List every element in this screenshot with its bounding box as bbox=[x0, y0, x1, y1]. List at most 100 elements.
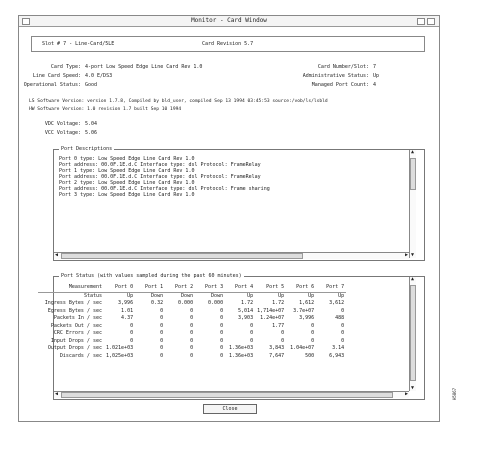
table-cell: 0.000 bbox=[208, 300, 224, 306]
maximize-icon[interactable] bbox=[427, 18, 435, 25]
row-label: Output Drops / sec bbox=[47, 345, 102, 351]
card-window: Monitor - Card Window Slot # 7 - Line-Ca… bbox=[18, 15, 440, 422]
table-cell: Up bbox=[308, 292, 315, 299]
status-horizontal-scrollbar[interactable]: ◀ ▶ bbox=[54, 391, 409, 398]
line-card-speed-label: Line Card Speed: bbox=[32, 73, 81, 79]
table-cell: 1.36e+03 bbox=[229, 345, 254, 351]
table-cell: Down bbox=[151, 292, 164, 299]
table-cell: 1.36e+03 bbox=[229, 352, 254, 359]
scroll-thumb[interactable] bbox=[61, 253, 303, 259]
table-cell: 0 bbox=[160, 345, 164, 351]
card-number-value: 7 bbox=[373, 64, 377, 70]
table-cell: 0 bbox=[220, 330, 224, 336]
card-type-value: 4-port Low Speed Edge Line Card Rev 1.0 bbox=[85, 64, 203, 70]
table-cell: 0 bbox=[341, 322, 345, 329]
table-cell: 3,843 bbox=[269, 345, 285, 351]
window-menu-icon[interactable] bbox=[22, 18, 30, 25]
table-cell: 1.72 bbox=[272, 300, 285, 306]
table-cell: 1.77 bbox=[272, 322, 285, 329]
table-cell: 0 bbox=[190, 352, 194, 359]
row-label: Packets In / sec bbox=[53, 315, 102, 321]
table-cell: 0 bbox=[311, 322, 315, 329]
table-cell: Down bbox=[211, 292, 224, 299]
table-row: Output Drops / sec 1.021e+03 0 0 0 1.36e+03 3,… bbox=[38, 345, 346, 353]
card-revision-label: Card Revision 5.7 bbox=[202, 41, 254, 47]
software-version: LS Software Version: version 1.7.8, Comp… bbox=[29, 99, 328, 104]
table-cell: 4.37 bbox=[121, 315, 134, 321]
table-cell: 0 bbox=[250, 322, 254, 329]
table-cell: 0 bbox=[311, 330, 315, 336]
table-cell: 500 bbox=[305, 352, 315, 359]
close-button[interactable]: Close bbox=[203, 404, 257, 414]
row-label: Egress Bytes / sec bbox=[47, 307, 102, 314]
table-cell: 1,612 bbox=[299, 300, 315, 306]
table-cell: 0 bbox=[281, 330, 285, 336]
managed-port-count-label: Managed Port Count: bbox=[311, 82, 369, 88]
table-cell: 7,647 bbox=[269, 352, 285, 359]
table-cell: Down bbox=[181, 292, 194, 299]
table-cell: 0 bbox=[250, 337, 254, 344]
card-number-label: Card Number/Slot: bbox=[317, 64, 369, 70]
table-cell: 1,025e+03 bbox=[106, 352, 134, 359]
row-label: Input Drops / sec bbox=[50, 337, 102, 344]
scroll-right-icon[interactable]: ▶ bbox=[404, 392, 409, 397]
vdc-voltage-value: 5.04 bbox=[85, 121, 98, 127]
status-vertical-scrollbar[interactable]: ▲ ▼ bbox=[409, 277, 416, 391]
table-cell: 3.14 bbox=[332, 345, 345, 351]
table-cell: 0 bbox=[341, 330, 345, 336]
table-cell: 3,903 bbox=[238, 315, 254, 321]
table-cell: 488 bbox=[335, 315, 345, 321]
row-label: Discards / sec bbox=[59, 352, 102, 359]
operational-status-label: Operational Status: bbox=[23, 82, 81, 88]
table-cell: 0 bbox=[160, 352, 164, 359]
scroll-down-icon[interactable]: ▼ bbox=[410, 386, 415, 391]
scroll-left-icon[interactable]: ◀ bbox=[54, 392, 59, 397]
table-cell: 0 bbox=[190, 315, 194, 321]
table-cell: 0 bbox=[311, 337, 315, 344]
managed-port-count-value: 4 bbox=[373, 82, 377, 88]
table-cell: 3,612 bbox=[329, 300, 345, 306]
table-cell: Up bbox=[278, 292, 285, 299]
table-cell: Up bbox=[247, 292, 254, 299]
column-header-port: Port 1 bbox=[135, 284, 166, 293]
table-cell: 0 bbox=[341, 337, 345, 344]
table-cell: 0 bbox=[190, 345, 194, 351]
desc-line: Port 3 type: Low Speed Edge Line Card Re… bbox=[59, 192, 195, 198]
row-label: Packets Out / sec bbox=[50, 322, 102, 329]
table-cell: 1,714e+07 bbox=[257, 307, 285, 314]
descriptions-horizontal-scrollbar[interactable]: ◀ ▶ bbox=[54, 252, 409, 259]
descriptions-vertical-scrollbar[interactable]: ▲ ▼ bbox=[409, 150, 416, 258]
table-cell: 1.01 bbox=[121, 307, 134, 314]
table-cell: 0.000 bbox=[178, 300, 194, 306]
scroll-thumb[interactable] bbox=[410, 285, 416, 381]
table-cell: Up bbox=[127, 292, 134, 299]
scroll-thumb[interactable] bbox=[410, 158, 416, 190]
scroll-thumb[interactable] bbox=[61, 392, 393, 398]
scroll-left-icon[interactable]: ◀ bbox=[54, 253, 59, 258]
scroll-up-icon[interactable]: ▲ bbox=[410, 277, 415, 282]
column-header-port: Port 7 bbox=[316, 284, 347, 293]
row-label: Ingress Bytes / sec bbox=[44, 300, 102, 306]
table-cell: 1.24e+07 bbox=[260, 315, 285, 321]
minimize-icon[interactable] bbox=[417, 18, 425, 25]
scroll-down-icon[interactable]: ▼ bbox=[410, 253, 415, 258]
vcc-voltage-value: 5.06 bbox=[85, 130, 98, 136]
table-cell: 0 bbox=[160, 307, 164, 314]
table-cell: 3.7e+07 bbox=[293, 307, 315, 314]
table-row: Packets In / sec 4.37 0 0 0 3,903 1.24e+07 3,99… bbox=[38, 315, 346, 323]
column-header-port: Port 5 bbox=[255, 284, 287, 293]
window-title: Monitor - Card Window bbox=[191, 17, 267, 24]
table-cell: 0 bbox=[190, 337, 194, 344]
table-cell: 0.32 bbox=[151, 300, 164, 306]
card-header-box: Slot # 7 - Line-Card/5LE Card Revision 5… bbox=[31, 36, 425, 52]
table-cell: 6,943 bbox=[329, 352, 345, 359]
admin-status-value: Up bbox=[373, 73, 380, 79]
port-descriptions-text: Port 0 type: Low Speed Edge Line Card Re… bbox=[59, 156, 409, 198]
scroll-up-icon[interactable]: ▲ bbox=[410, 150, 415, 155]
table-cell: 0 bbox=[190, 307, 194, 314]
vdc-voltage-label: VDC Voltage: bbox=[44, 121, 81, 127]
title-bar: Monitor - Card Window bbox=[19, 16, 439, 27]
scroll-right-icon[interactable]: ▶ bbox=[404, 253, 409, 258]
table-header-row: Measurement Port 0 Port 1 Port 2 Port 3 Port … bbox=[38, 284, 347, 293]
card-type-label: Card Type: bbox=[50, 64, 81, 70]
